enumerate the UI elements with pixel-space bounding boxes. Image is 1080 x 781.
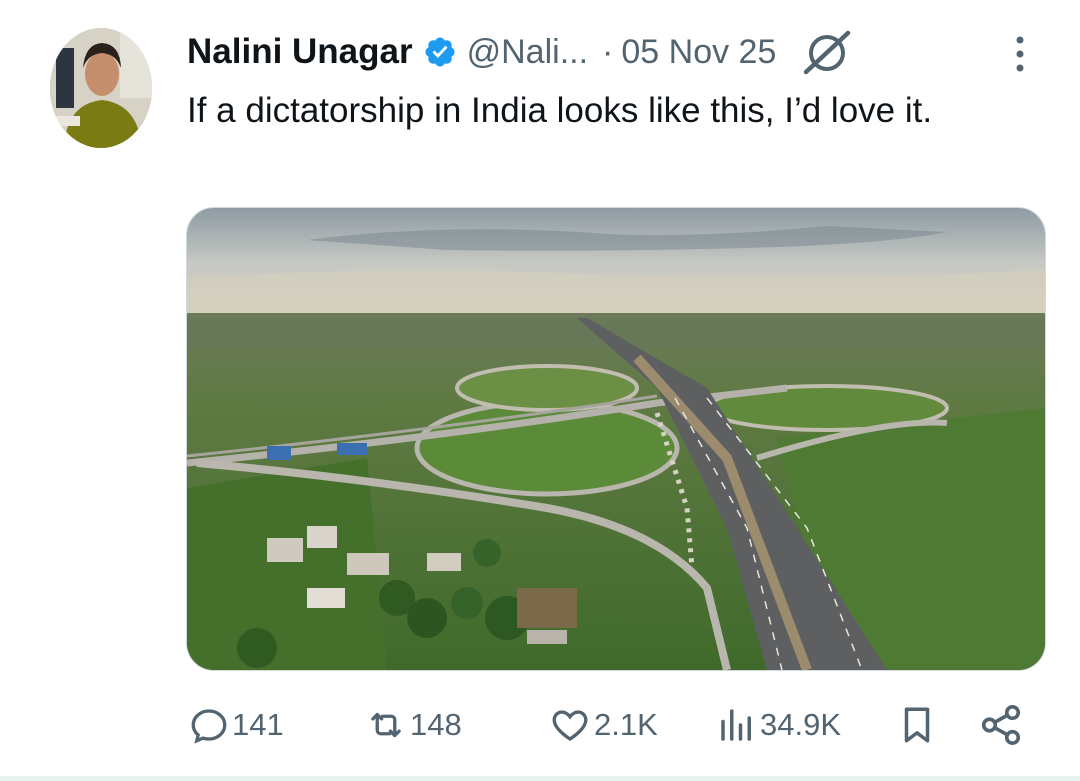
tweet-header: Nalini Unagar @Nali... · 05 Nov 25 (187, 26, 1047, 78)
views-button[interactable]: 34.9K (716, 690, 841, 760)
reply-icon (191, 709, 227, 744)
author-avatar[interactable] (50, 28, 152, 148)
author-handle[interactable]: @Nali... (467, 33, 588, 72)
views-icon (721, 709, 751, 741)
reply-button[interactable]: 141 (188, 690, 284, 760)
bookmark-button[interactable] (896, 690, 940, 760)
tweet-media-image[interactable] (186, 207, 1046, 671)
views-count: 34.9K (760, 707, 842, 742)
like-icon (552, 710, 588, 741)
tweet-date[interactable]: 05 Nov 25 (621, 33, 776, 72)
repost-icon (371, 712, 401, 738)
bookmark-icon (904, 707, 930, 743)
repost-count: 148 (410, 707, 462, 742)
like-button[interactable]: 2.1K (548, 690, 658, 760)
more-vertical-icon[interactable] (1008, 34, 1032, 74)
author-name[interactable]: Nalini Unagar (187, 32, 413, 72)
share-icon (981, 704, 1021, 746)
repost-button[interactable]: 148 (364, 690, 462, 760)
reply-count: 141 (232, 707, 284, 742)
verified-badge-icon (425, 37, 455, 67)
header-separator: · (602, 32, 614, 71)
share-button[interactable] (978, 690, 1026, 760)
like-count: 2.1K (594, 707, 658, 742)
tweet-text: If a dictatorship in India looks like th… (187, 91, 933, 130)
tweet-action-bar: 141 148 2.1K 34.9K (0, 690, 1080, 760)
bottom-divider (0, 776, 1080, 781)
grok-icon[interactable] (800, 25, 854, 79)
